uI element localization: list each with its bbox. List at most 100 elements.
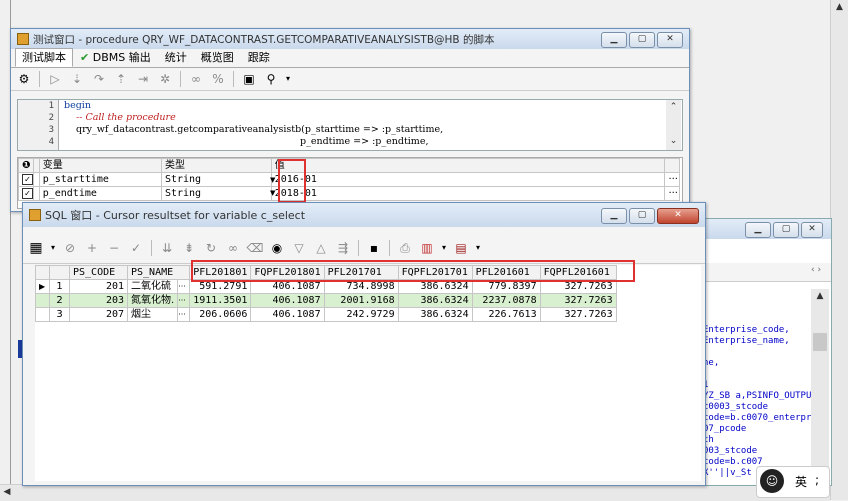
step-over-icon[interactable]: ↷ <box>90 70 108 88</box>
export-icon[interactable]: ▤ <box>452 239 470 257</box>
chevron-down-icon[interactable]: ▾ <box>49 239 57 257</box>
cell-value[interactable]: 1911.3501 <box>189 293 252 308</box>
scroll-left-icon[interactable]: ◀ <box>0 485 14 499</box>
binoculars-icon[interactable]: ∞ <box>224 239 242 257</box>
filter-up-icon[interactable]: △ <box>312 239 330 257</box>
scroll-up-icon[interactable]: ▲ <box>831 0 848 14</box>
chevron-down-icon[interactable]: ▾ <box>284 70 292 88</box>
scroll-thumb[interactable] <box>813 333 827 351</box>
cell-value[interactable]: 327.7263 <box>539 293 617 308</box>
cell-value[interactable]: 386.6324 <box>397 307 473 322</box>
variable-value[interactable]: 2016-01 <box>270 172 666 187</box>
step-into-icon[interactable]: ⇣ <box>68 70 86 88</box>
tab-dbms-output[interactable]: ✔ DBMS 输出 <box>73 48 158 67</box>
chart-icon[interactable]: ▥ <box>418 239 436 257</box>
execute-icon[interactable]: ▷ <box>46 70 64 88</box>
close-icon[interactable]: ✕ <box>801 222 823 238</box>
cell-value[interactable]: 386.6324 <box>397 293 473 308</box>
scroll-down-icon[interactable]: ⌄ <box>666 134 681 148</box>
cell-ps-name[interactable]: 烟尘 <box>126 307 179 322</box>
maximize-icon[interactable]: ▢ <box>773 222 799 238</box>
variable-type[interactable]: String <box>160 172 272 187</box>
cell-ellipsis-button[interactable]: ··· <box>177 279 191 294</box>
variable-ellipsis[interactable]: ··· <box>664 172 680 187</box>
cell-value[interactable]: 242.9729 <box>323 307 399 322</box>
row-indicator[interactable] <box>35 307 50 322</box>
cell-value[interactable]: 406.1087 <box>250 293 325 308</box>
scroll-up-icon[interactable]: ▲ <box>811 289 829 303</box>
search-icon[interactable]: ⚲ <box>262 70 280 88</box>
result-row[interactable]: 3 207 烟尘 ··· 206.0606 406.1087 242.9729 386.632… <box>35 307 617 322</box>
cell-value[interactable]: 2001.9168 <box>323 293 399 308</box>
add-record-icon[interactable]: + <box>83 239 101 257</box>
variable-checkbox[interactable]: ✓ <box>22 173 33 185</box>
variable-type[interactable]: String <box>160 186 272 201</box>
maximize-icon[interactable]: ▢ <box>629 208 655 224</box>
chevron-down-icon[interactable]: ▾ <box>474 239 482 257</box>
result-grid-area[interactable]: PS_CODE PS_NAME PFL201801 FQPFL201801 PF… <box>35 260 701 481</box>
lock-icon[interactable]: ⊘ <box>61 239 79 257</box>
cell-value[interactable]: 226.7613 <box>471 307 541 322</box>
query-by-example-icon[interactable]: ◉ <box>268 239 286 257</box>
tab-trace[interactable]: 跟踪 <box>241 48 277 67</box>
close-icon[interactable]: ✕ <box>657 208 699 224</box>
print-icon[interactable]: ⎙ <box>396 239 414 257</box>
background-code-scrollbar[interactable]: ▲ <box>811 289 829 485</box>
step-out-icon[interactable]: ⇡ <box>112 70 130 88</box>
cell-ps-code[interactable]: 203 <box>69 293 128 308</box>
window-list-icon[interactable]: ▣ <box>240 70 258 88</box>
result-row[interactable]: 2 203 氮氧化物. ··· 1911.3501 406.1087 2001.9168 38… <box>35 293 617 308</box>
cell-ps-code[interactable]: 201 <box>69 279 128 294</box>
variable-value[interactable]: 2018-01 <box>270 186 666 201</box>
post-changes-icon[interactable]: ✓ <box>127 239 145 257</box>
run-to-exception-icon[interactable]: ⇥ <box>134 70 152 88</box>
breakpoint-icon[interactable]: ✲ <box>156 70 174 88</box>
current-row-arrow-icon[interactable]: ▶ <box>35 279 50 294</box>
cell-ps-name[interactable]: 二氧化硫 <box>126 279 179 294</box>
minimize-icon[interactable]: ▁ <box>745 222 771 238</box>
variable-row[interactable]: ✓ p_endtime String 2018-01 ··· <box>18 186 680 201</box>
cell-ellipsis-button[interactable]: ··· <box>177 307 191 322</box>
filter-down-icon[interactable]: ▽ <box>290 239 308 257</box>
glasses-icon[interactable]: ∞ <box>187 70 205 88</box>
cell-ps-code[interactable]: 207 <box>69 307 128 322</box>
save-icon[interactable]: ▪ <box>365 239 383 257</box>
type-dropdown-arrow[interactable]: ▼ ▼ <box>270 174 275 200</box>
grid-view-icon[interactable]: ▦ <box>27 239 45 257</box>
chevron-down-icon[interactable]: ▾ <box>440 239 448 257</box>
maximize-icon[interactable]: ▢ <box>629 32 655 48</box>
fetch-next-icon[interactable]: ⇊ <box>158 239 176 257</box>
ime-indicator[interactable]: ☺ 英 ; <box>756 466 830 498</box>
clear-icon[interactable]: ⌫ <box>246 239 264 257</box>
refresh-icon[interactable]: ↻ <box>202 239 220 257</box>
delete-record-icon[interactable]: − <box>105 239 123 257</box>
cell-value[interactable]: 327.7263 <box>539 307 617 322</box>
variable-ellipsis[interactable]: ··· <box>664 186 680 201</box>
editor-scrollbar[interactable]: ⌃ ⌄ <box>666 100 681 150</box>
percent-icon[interactable]: % <box>209 70 227 88</box>
variable-row[interactable]: ✓ p_starttime String 2016-01 ··· <box>18 172 680 187</box>
main-horizontal-scrollbar[interactable]: ◀ <box>0 484 830 501</box>
minimize-icon[interactable]: ▁ <box>601 32 627 48</box>
cell-ps-name[interactable]: 氮氧化物. <box>126 293 179 308</box>
tab-test-script[interactable]: 测试脚本 <box>15 48 73 67</box>
main-vertical-scrollbar[interactable]: ▲ <box>830 0 848 500</box>
tab-profiler[interactable]: 概览图 <box>194 48 241 67</box>
scroll-up-icon[interactable]: ⌃ <box>666 100 681 114</box>
debug-icon[interactable]: ⚙ <box>15 70 33 88</box>
script-editor[interactable]: 1 2 3 4 begin -- Call the procedure qry_… <box>17 99 683 151</box>
cell-value[interactable]: 406.1087 <box>250 307 325 322</box>
cell-value[interactable]: 2237.0878 <box>471 293 541 308</box>
fetch-last-icon[interactable]: ⇟ <box>180 239 198 257</box>
scroll-arrows-icon[interactable]: ‹ › <box>811 265 821 275</box>
column-header[interactable]: PS_CODE <box>69 265 128 280</box>
minimize-icon[interactable]: ▁ <box>601 208 627 224</box>
column-header[interactable]: PS_NAME <box>126 265 191 280</box>
variable-checkbox[interactable]: ✓ <box>22 187 33 199</box>
cell-ellipsis-button[interactable]: ··· <box>177 293 191 308</box>
row-indicator[interactable] <box>35 293 50 308</box>
close-icon[interactable]: ✕ <box>657 32 683 48</box>
record-view-icon[interactable]: ⇶ <box>334 239 352 257</box>
cell-value[interactable]: 206.0606 <box>189 307 252 322</box>
tab-statistics[interactable]: 统计 <box>158 48 194 67</box>
